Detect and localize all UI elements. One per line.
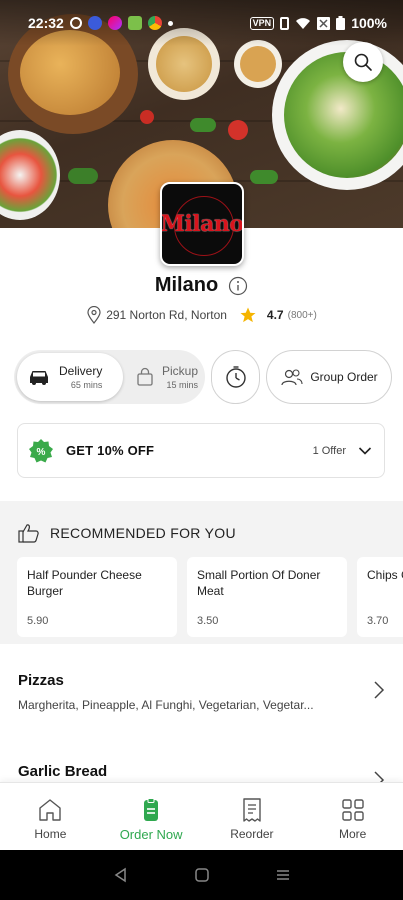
messenger-icon	[87, 16, 102, 30]
salad-image	[284, 52, 403, 178]
back-triangle-icon[interactable]	[113, 867, 129, 883]
tomato-image	[140, 110, 154, 124]
chevron-right-icon	[374, 681, 385, 699]
side-salad-image	[0, 130, 60, 220]
search-button[interactable]	[343, 42, 383, 82]
pickup-time: 15 mins	[166, 380, 199, 390]
pickup-option[interactable]: Pickup 15 mins	[126, 353, 202, 401]
rating-count: (800+)	[287, 309, 317, 321]
delivery-option[interactable]: Delivery 65 mins	[17, 353, 123, 401]
car-icon	[30, 371, 48, 385]
nav-label: Reorder	[230, 827, 274, 841]
category-pizzas[interactable]: Pizzas Margherita, Pineapple, Al Funghi,…	[0, 644, 403, 744]
pickup-label: Pickup	[162, 364, 199, 378]
recommended-title: RECOMMENDED FOR YOU	[50, 525, 236, 541]
bottom-navigation: Home Order Now Reorder More	[0, 782, 403, 850]
status-time: 22:32	[28, 15, 64, 31]
restaurant-meta-row: 291 Norton Rd, Norton 4.7 (800+)	[0, 306, 403, 324]
system-navigation-bar	[0, 850, 403, 900]
logo-ring	[174, 196, 234, 256]
dot-icon	[167, 20, 173, 26]
stopwatch-icon	[225, 366, 246, 388]
battery-percent: 100%	[351, 15, 387, 31]
nav-reorder[interactable]: Reorder	[202, 783, 303, 850]
vpn-icon: VPN	[249, 16, 275, 30]
nav-home[interactable]: Home	[0, 783, 101, 850]
shopping-bag-icon	[137, 367, 153, 386]
recents-lines-icon[interactable]	[275, 867, 291, 883]
battery-icon	[336, 16, 346, 30]
recommended-item-card[interactable]: Half Pounder Cheese Burger 5.90	[17, 557, 177, 637]
category-name: Pizzas	[18, 672, 64, 689]
delivery-time: 65 mins	[70, 380, 103, 390]
rating-value: 4.7	[266, 308, 284, 322]
dip-image	[240, 46, 276, 82]
nav-order-now[interactable]: Order Now	[101, 783, 202, 850]
offer-title: GET 10% OFF	[66, 443, 155, 458]
delivery-label: Delivery	[59, 364, 103, 378]
recommended-section: RECOMMENDED FOR YOU Half Pounder Cheese …	[0, 501, 403, 644]
signal-icon	[317, 16, 331, 30]
wifi-icon	[296, 17, 311, 29]
group-order-label: Group Order	[310, 370, 378, 384]
restaurant-logo: Milano	[160, 182, 244, 266]
home-square-icon[interactable]	[194, 867, 210, 883]
recommended-header: RECOMMENDED FOR YOU	[18, 523, 236, 543]
recommended-item-card[interactable]: Small Portion Of Doner Meat 3.50	[187, 557, 347, 637]
recommended-list: Half Pounder Cheese Burger 5.90 Small Po…	[17, 557, 403, 637]
item-name: Chips Garlic	[367, 568, 403, 582]
thumbs-up-icon	[18, 524, 39, 543]
category-garlic-bread[interactable]: Garlic Bread	[0, 744, 403, 782]
offer-banner[interactable]: % GET 10% OFF 1 Offer	[17, 423, 385, 478]
herb-image	[250, 170, 278, 184]
herb-image	[190, 118, 216, 132]
chrome-icon	[147, 16, 162, 30]
item-name: Half Pounder Cheese Burger	[27, 568, 142, 598]
app-screen: 22:32 VPN 100% Milano Milano 291 Norton …	[0, 0, 403, 900]
search-icon	[354, 53, 372, 71]
offer-count: 1 Offer	[312, 444, 346, 457]
item-price: 3.70	[367, 615, 389, 627]
item-name: Small Portion Of Doner Meat	[197, 568, 321, 598]
item-price: 3.50	[197, 615, 219, 627]
home-icon	[39, 799, 62, 821]
item-price: 5.90	[27, 615, 49, 627]
grid-icon	[341, 799, 364, 821]
nav-label: Home	[34, 827, 67, 841]
herb-image	[68, 168, 98, 184]
nav-label: More	[338, 827, 367, 841]
order-mode-toggle: Delivery 65 mins Pickup 15 mins	[14, 350, 205, 404]
info-icon[interactable]	[228, 276, 248, 296]
recommended-item-card[interactable]: Chips Garlic 3.70	[357, 557, 403, 637]
android-icon	[127, 16, 142, 30]
receipt-icon	[243, 798, 261, 822]
group-order-button[interactable]: Group Order	[266, 350, 392, 404]
settings-gear-icon	[69, 17, 82, 29]
location-pin-icon	[87, 306, 101, 324]
status-bar: 22:32 VPN 100%	[0, 0, 403, 46]
order-now-icon	[144, 798, 159, 821]
category-description: Margherita, Pineapple, Al Funghi, Vegeta…	[18, 698, 314, 712]
restaurant-title-row: Milano	[0, 274, 403, 297]
vibrate-icon	[280, 16, 290, 30]
discount-badge-symbol: %	[37, 447, 46, 458]
discount-badge-icon: %	[29, 438, 53, 462]
restaurant-address: 291 Norton Rd, Norton	[106, 308, 227, 322]
star-icon	[240, 307, 256, 323]
app-notification-icon	[107, 16, 122, 30]
chevron-down-icon	[358, 446, 372, 455]
chevron-right-icon	[374, 771, 385, 782]
restaurant-name: Milano	[154, 274, 219, 296]
nav-label: Order Now	[119, 827, 183, 842]
category-name: Garlic Bread	[18, 763, 108, 780]
schedule-button[interactable]	[211, 350, 260, 404]
tomato-image	[228, 120, 248, 140]
group-people-icon	[281, 369, 303, 386]
nav-more[interactable]: More	[302, 783, 403, 850]
